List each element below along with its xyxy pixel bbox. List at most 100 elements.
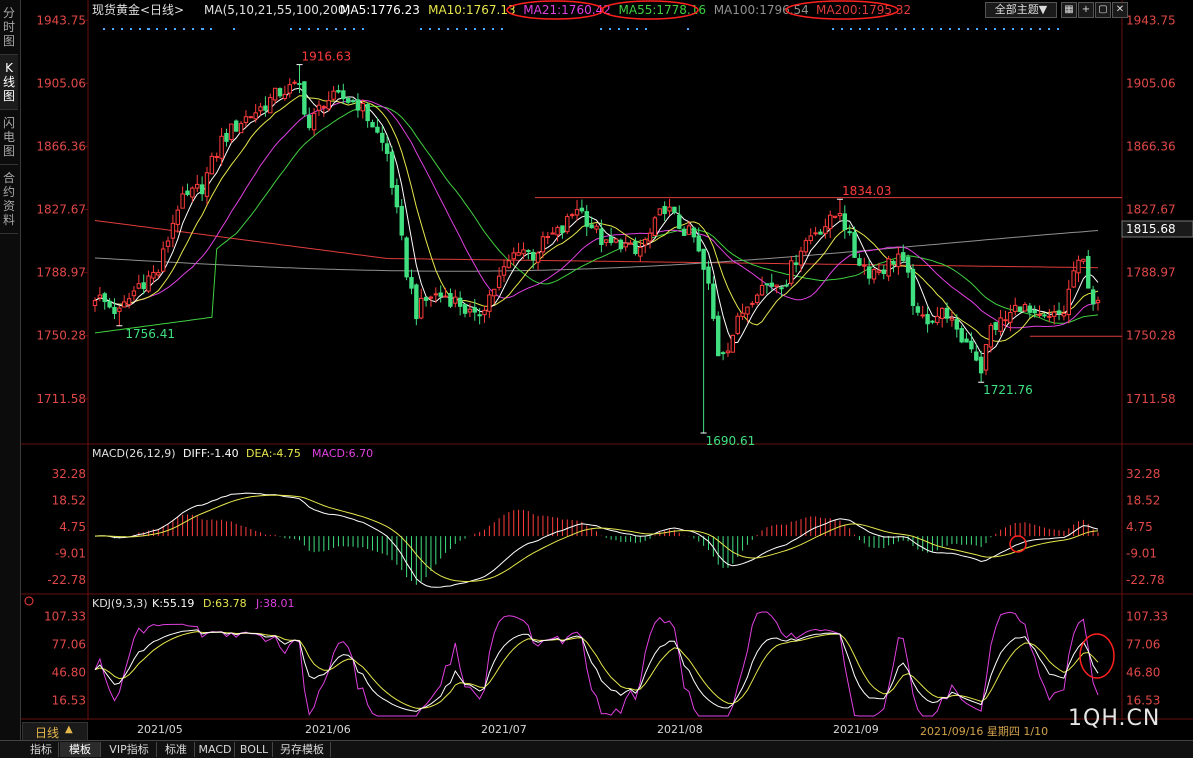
signal-dot [645, 28, 647, 30]
kdj-tick-left: 107.33 [44, 609, 86, 623]
candle-down [457, 297, 463, 307]
bottom-tab-2[interactable]: VIP指标 [102, 742, 157, 757]
price-tick-left: 1866.36 [36, 140, 86, 154]
instrument-title: 现货黄金 [92, 2, 140, 17]
signal-dot [958, 28, 960, 30]
candle-up [511, 252, 516, 260]
theme-dropdown[interactable]: 全部主题▼ [985, 2, 1057, 18]
candle-up [160, 248, 166, 272]
candle-down [706, 266, 711, 284]
signal-dot [931, 28, 933, 30]
toolbar-window-icon[interactable]: ▢ [1095, 2, 1111, 18]
right-price-axis: 1943.75 1905.06 1866.36 1827.67 1788.97 1750.… [1126, 13, 1176, 405]
price-tick-left: 1943.75 [36, 13, 86, 27]
signal-dot [103, 28, 105, 30]
signal-dot [290, 28, 292, 30]
bottom-tab-1[interactable]: 模板 [60, 742, 101, 757]
candle-up [195, 183, 200, 189]
bottom-tab-4[interactable]: MACD [196, 742, 235, 757]
caret-up-icon: ▲ [65, 724, 73, 735]
candle-up [594, 225, 599, 230]
candle-up [949, 317, 955, 321]
signal-dot [210, 28, 212, 30]
candle-up [521, 249, 526, 255]
candle-up [988, 324, 994, 348]
bottom-tab-3[interactable]: 标准 [158, 742, 195, 757]
candle-up [1066, 288, 1071, 316]
candle-down [302, 81, 307, 115]
candle-down [341, 90, 346, 100]
signal-dot [832, 28, 834, 30]
signal-dot [636, 28, 638, 30]
candle-up [735, 315, 740, 334]
candle-down [608, 236, 614, 243]
candle-up [657, 208, 663, 216]
candle-up [545, 235, 551, 238]
signal-dot [447, 28, 449, 30]
candle-up [151, 271, 156, 279]
candle-up [117, 307, 122, 312]
signal-dot [156, 28, 158, 30]
macd-tick-left: -9.01 [55, 546, 86, 560]
signal-dot [1030, 28, 1032, 30]
sidebar-tab-0[interactable]: 分时图 [0, 0, 18, 55]
candle-down [394, 185, 400, 208]
period-selector[interactable]: 日线 ▲ [22, 722, 88, 741]
candle-down [1017, 306, 1023, 312]
candle-up [1095, 299, 1101, 304]
signal-dot [202, 28, 204, 30]
candle-down [107, 300, 112, 308]
toolbar-close-icon[interactable]: ✕ [1112, 2, 1128, 18]
candle-up [740, 312, 745, 317]
candle-down [112, 306, 117, 315]
signal-dot [465, 28, 467, 30]
candle-down [404, 237, 409, 278]
signal-dot [344, 28, 346, 30]
candle-up [1071, 270, 1076, 288]
signal-dot [192, 28, 194, 30]
candle-up [540, 236, 546, 253]
macd-tick-right: 18.52 [1126, 493, 1160, 507]
sidebar-tab-1[interactable]: K线图 [0, 55, 18, 110]
candle-down [336, 90, 341, 93]
candle-down [1027, 305, 1033, 313]
signal-dot [474, 28, 476, 30]
bottom-tab-6[interactable]: 另存模板 [274, 742, 331, 757]
candle-down [818, 231, 823, 235]
period-indicator[interactable]: <日线> [140, 3, 184, 17]
candle-up [754, 294, 760, 304]
candle-down [277, 88, 283, 97]
candle-up [272, 87, 278, 101]
sidebar-tab-3[interactable]: 合约资料 [0, 165, 18, 234]
candle-down [969, 340, 974, 350]
bottom-tab-5[interactable]: BOLL [236, 742, 273, 757]
signal-dot [687, 28, 689, 30]
candle-up [1008, 311, 1013, 323]
price-tick-right: 1905.06 [1126, 76, 1176, 90]
candle-down [954, 319, 960, 330]
candle-up [501, 266, 507, 276]
candle-down [1032, 310, 1037, 314]
candle-up [939, 307, 945, 319]
candle-up [745, 306, 750, 315]
candle-up [219, 135, 224, 159]
toolbar-plus-icon[interactable]: + [1078, 2, 1094, 18]
candle-up [871, 269, 877, 280]
candle-up [209, 155, 215, 175]
candle-down [423, 296, 429, 301]
candle-down [1086, 255, 1091, 289]
signal-dot [1021, 28, 1023, 30]
candle-down [380, 132, 385, 143]
sidebar-tab-2[interactable]: 闪电图 [0, 110, 18, 165]
bottom-tab-0[interactable]: 指标 [24, 742, 59, 757]
candle-down [720, 352, 726, 355]
candle-up [730, 334, 736, 353]
candle-down [633, 240, 638, 254]
candle-down [530, 251, 536, 261]
candle-down [355, 99, 361, 111]
toolbar-grid-icon[interactable]: ▦ [1061, 2, 1077, 18]
signal-dot [353, 28, 355, 30]
candle-down [370, 122, 375, 128]
signal-dot [1003, 28, 1005, 30]
last-price-value: 1815.68 [1126, 222, 1176, 236]
